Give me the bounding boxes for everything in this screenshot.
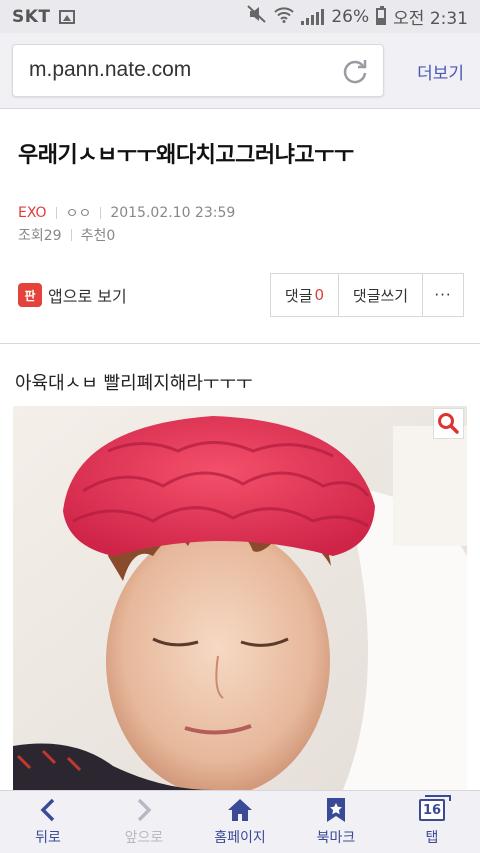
- post-datetime: 2015.02.10 23:59: [110, 205, 236, 221]
- home-button[interactable]: 홈페이지: [192, 791, 288, 853]
- forward-button[interactable]: 앞으로: [96, 791, 192, 853]
- article-title: 우래기ㅅㅂㅜㅜ왜다치고그러냐고ㅜㅜ: [18, 143, 354, 168]
- article-body: 아육대ㅅㅂ 빨리폐지해라ㅜㅜㅜ: [15, 373, 253, 394]
- chevron-left-icon: [38, 797, 58, 823]
- section-divider: [0, 343, 480, 344]
- carrier-name: SKT: [12, 6, 51, 27]
- view-count: 조회29: [18, 228, 62, 244]
- tabs-icon: 16: [419, 795, 451, 823]
- image-icon: [58, 9, 75, 24]
- chevron-right-icon: [134, 797, 154, 823]
- article-photo[interactable]: [13, 406, 467, 790]
- address-bar[interactable]: m.pann.nate.com: [12, 44, 384, 97]
- status-bar: SKT 26% 오전 2:31: [0, 0, 480, 33]
- browser-toolbar: m.pann.nate.com 더보기: [0, 33, 480, 109]
- app-view-button[interactable]: 판 앱으로 보기: [18, 283, 127, 307]
- mute-icon: [247, 5, 267, 28]
- comment-count: 0: [314, 286, 325, 304]
- battery-percent: 26%: [331, 6, 370, 27]
- back-button[interactable]: 뒤로: [0, 791, 96, 853]
- like-count: 추천0: [80, 228, 116, 244]
- write-comment-button[interactable]: 댓글쓰기: [339, 274, 423, 316]
- bookmark-button[interactable]: 북마크: [288, 791, 384, 853]
- tabs-label: 탭: [425, 830, 439, 846]
- article-stats: 조회29 추천0: [18, 225, 115, 245]
- battery-icon: [376, 6, 387, 25]
- home-label: 홈페이지: [214, 830, 266, 846]
- comments-button[interactable]: 댓글 0: [271, 274, 339, 316]
- more-button[interactable]: 더보기: [417, 59, 464, 84]
- reload-icon[interactable]: [341, 57, 369, 85]
- article-actions: 판 앱으로 보기 댓글 0 댓글쓰기 ···: [0, 273, 480, 317]
- home-icon: [226, 797, 254, 823]
- signal-icon: [301, 8, 325, 25]
- article-meta: EXO ㅇㅇ 2015.02.10 23:59: [18, 203, 235, 223]
- wifi-icon: [274, 6, 295, 28]
- browser-bottom-nav: 뒤로 앞으로 홈페이지 북마크 16 탭: [0, 790, 480, 853]
- url-text[interactable]: m.pann.nate.com: [29, 58, 191, 82]
- author-name: ㅇㅇ: [65, 206, 92, 222]
- search-icon: [438, 413, 459, 434]
- forward-label: 앞으로: [124, 830, 164, 846]
- bookmark-icon: [325, 797, 347, 823]
- app-view-label: 앱으로 보기: [48, 287, 127, 306]
- comment-button-group: 댓글 0 댓글쓰기 ···: [270, 273, 464, 317]
- bookmark-label: 북마크: [316, 830, 356, 846]
- tabs-button[interactable]: 16 탭: [384, 791, 480, 853]
- divider: [100, 207, 102, 219]
- zoom-button[interactable]: [433, 408, 464, 439]
- tab-count: 16: [419, 795, 451, 821]
- pann-app-icon: 판: [18, 283, 42, 307]
- more-options-button[interactable]: ···: [423, 274, 463, 316]
- divider: [70, 229, 72, 241]
- category-link[interactable]: EXO: [18, 205, 47, 221]
- divider: [55, 207, 57, 219]
- clock: 오전 2:31: [393, 9, 468, 29]
- comments-label: 댓글: [284, 286, 313, 305]
- photo-illustration: [13, 406, 467, 790]
- back-label: 뒤로: [35, 830, 61, 846]
